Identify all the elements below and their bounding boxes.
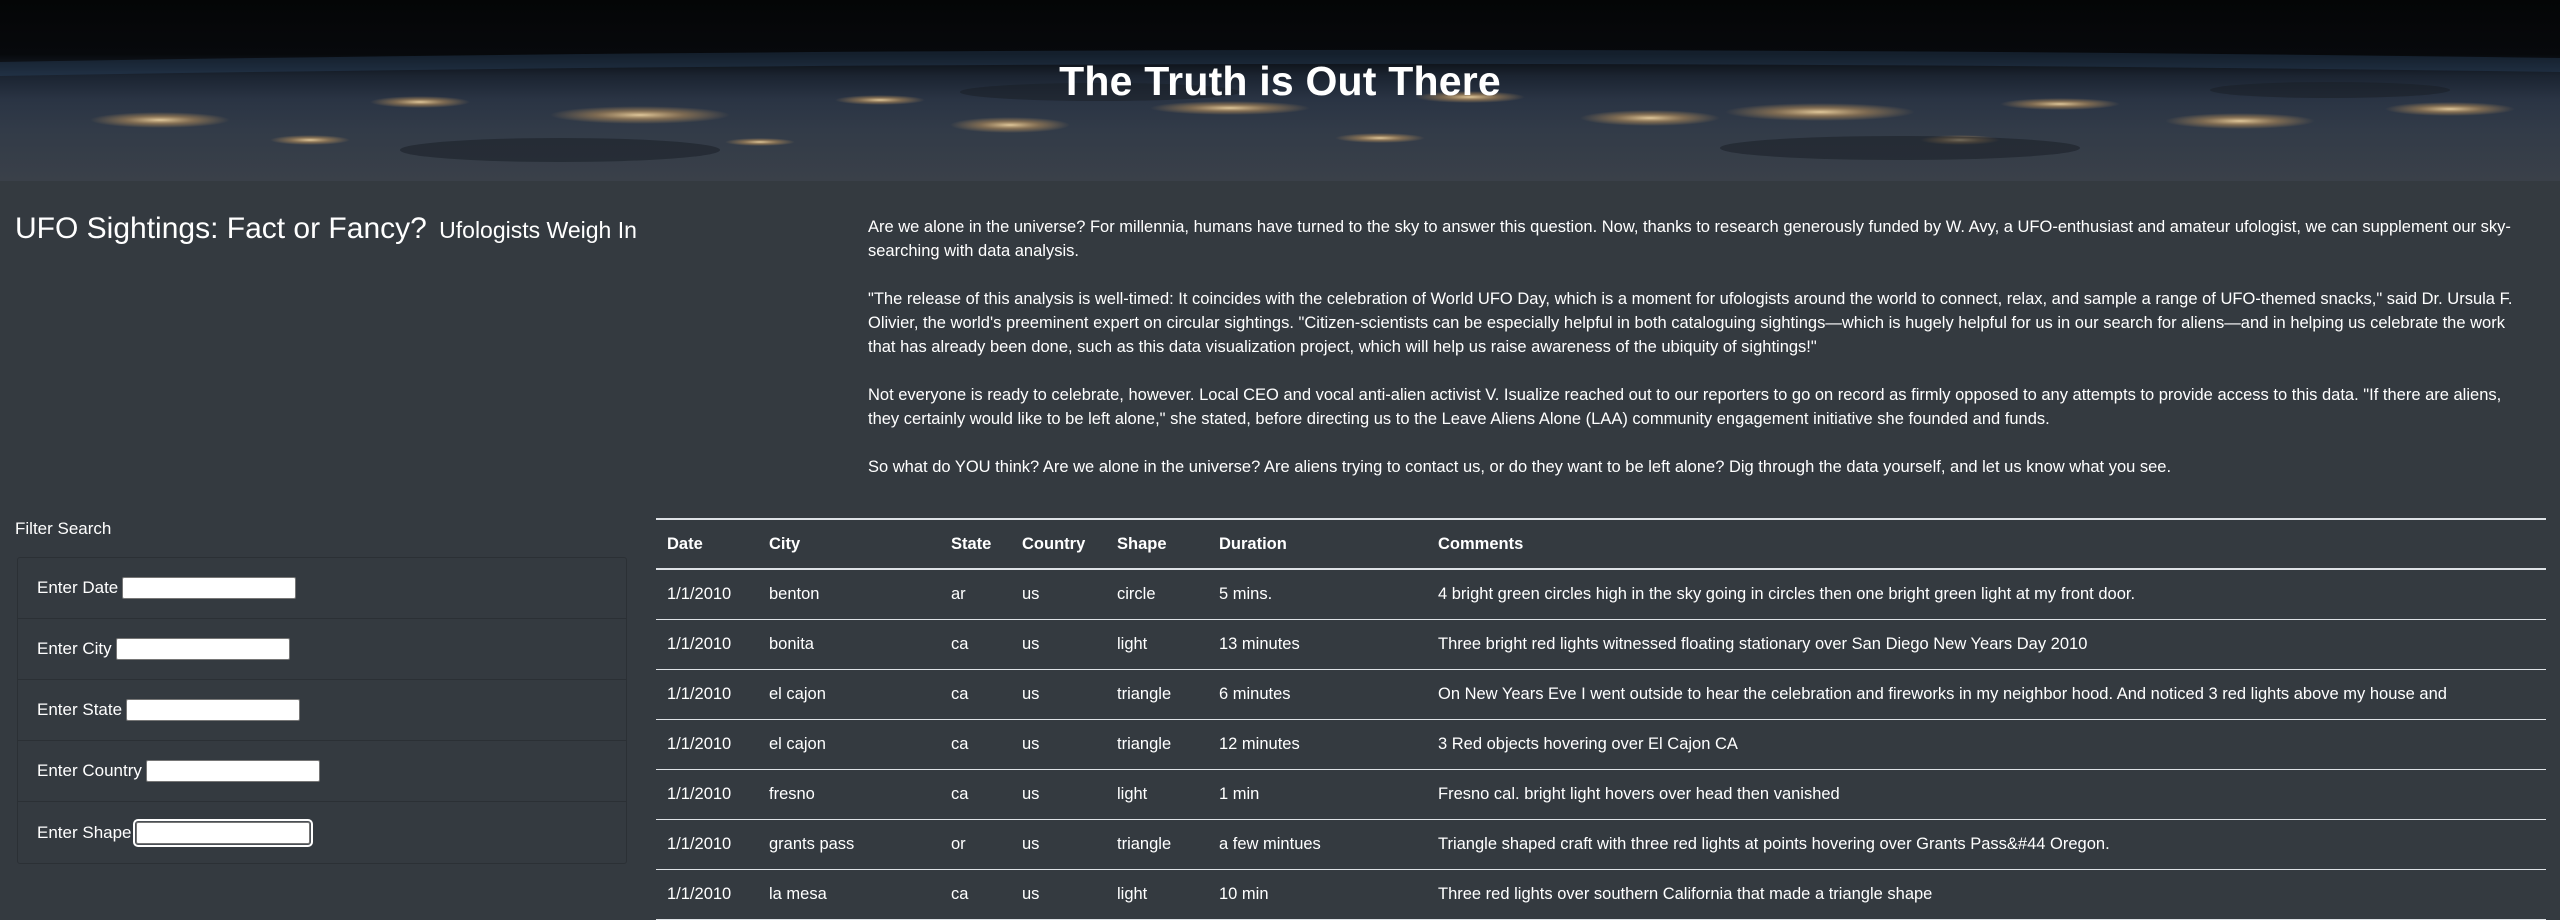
cell-comments: Three bright red lights witnessed floati… <box>1427 619 2546 670</box>
cell-date: 1/1/2010 <box>656 819 758 870</box>
column-header-comments[interactable]: Comments <box>1427 518 2546 570</box>
cell-duration: 1 min <box>1208 769 1427 820</box>
sightings-table: Date City State Country Shape Duration C… <box>656 518 2546 920</box>
cell-state: ca <box>940 769 1011 820</box>
hero-banner: The Truth is Out There <box>0 0 2560 181</box>
cell-country: us <box>1011 819 1106 870</box>
cell-comments: On New Years Eve I went outside to hear … <box>1427 669 2546 720</box>
shape-filter-input[interactable] <box>132 818 313 847</box>
cell-duration: a few mintues <box>1208 819 1427 870</box>
date-filter-input[interactable] <box>122 577 297 599</box>
cell-city: el cajon <box>758 719 940 770</box>
cell-shape: light <box>1106 869 1208 920</box>
cell-duration: 6 minutes <box>1208 669 1427 720</box>
article-text: Are we alone in the universe? For millen… <box>868 215 2528 503</box>
cell-country: us <box>1011 619 1106 670</box>
filter-item-shape: Enter Shape <box>18 802 626 863</box>
table-row: 1/1/2010 grants pass or us triangle a fe… <box>656 819 2546 870</box>
table-header-row: Date City State Country Shape Duration C… <box>656 518 2546 570</box>
cell-date: 1/1/2010 <box>656 869 758 920</box>
filter-label-state: Enter State <box>37 700 123 719</box>
filter-label-country: Enter Country <box>37 761 142 780</box>
cell-city: bonita <box>758 619 940 670</box>
cell-state: ca <box>940 669 1011 720</box>
cell-city: fresno <box>758 769 940 820</box>
cell-state: or <box>940 819 1011 870</box>
cell-duration: 13 minutes <box>1208 619 1427 670</box>
cell-comments: 4 bright green circles high in the sky g… <box>1427 569 2546 620</box>
cell-country: us <box>1011 569 1106 620</box>
table-row: 1/1/2010 bonita ca us light 13 minutes T… <box>656 619 2546 670</box>
column-header-shape[interactable]: Shape <box>1106 518 1208 570</box>
heading-text: UFO Sightings: Fact or Fancy? <box>15 212 427 245</box>
filter-item-city: Enter City <box>18 619 626 680</box>
article-paragraph: "The release of this analysis is well-ti… <box>868 290 2513 356</box>
column-header-duration[interactable]: Duration <box>1208 518 1427 570</box>
cell-comments: Triangle shaped craft with three red lig… <box>1427 819 2546 870</box>
state-filter-input[interactable] <box>126 699 301 721</box>
table-row: 1/1/2010 la mesa ca us light 10 min Thre… <box>656 869 2546 920</box>
cell-date: 1/1/2010 <box>656 619 758 670</box>
table-row: 1/1/2010 el cajon ca us triangle 12 minu… <box>656 719 2546 770</box>
cell-comments: Three red lights over southern Californi… <box>1427 869 2546 920</box>
table-row: 1/1/2010 benton ar us circle 5 mins. 4 b… <box>656 569 2546 620</box>
cell-comments: 3 Red objects hovering over El Cajon CA <box>1427 719 2546 770</box>
cell-state: ca <box>940 719 1011 770</box>
cell-city: grants pass <box>758 819 940 870</box>
cell-country: us <box>1011 769 1106 820</box>
filter-label-city: Enter City <box>37 639 112 658</box>
heading-subtext: Ufologists Weigh In <box>439 217 637 243</box>
cell-country: us <box>1011 719 1106 770</box>
sightings-table-container: Date City State Country Shape Duration C… <box>656 518 2546 920</box>
filter-search-title: Filter Search <box>15 519 112 538</box>
page-title: The Truth is Out There <box>1059 58 1501 104</box>
cell-country: us <box>1011 669 1106 720</box>
article-paragraph: Are we alone in the universe? For millen… <box>868 218 2511 260</box>
cell-state: ar <box>940 569 1011 620</box>
column-header-date[interactable]: Date <box>656 518 758 570</box>
cell-duration: 12 minutes <box>1208 719 1427 770</box>
cell-shape: triangle <box>1106 819 1208 870</box>
cell-date: 1/1/2010 <box>656 569 758 620</box>
cell-date: 1/1/2010 <box>656 769 758 820</box>
cell-shape: light <box>1106 619 1208 670</box>
cell-state: ca <box>940 619 1011 670</box>
cell-shape: triangle <box>1106 669 1208 720</box>
cell-city: la mesa <box>758 869 940 920</box>
filter-list: Enter Date Enter City Enter State Enter … <box>17 557 627 864</box>
table-row: 1/1/2010 el cajon ca us triangle 6 minut… <box>656 669 2546 720</box>
filter-label-date: Enter Date <box>37 578 119 597</box>
filter-label-shape: Enter Shape <box>37 822 132 842</box>
cell-shape: circle <box>1106 569 1208 620</box>
cell-duration: 5 mins. <box>1208 569 1427 620</box>
cell-date: 1/1/2010 <box>656 719 758 770</box>
cell-city: benton <box>758 569 940 620</box>
filter-item-country: Enter Country <box>18 741 626 802</box>
cell-country: us <box>1011 869 1106 920</box>
cell-duration: 10 min <box>1208 869 1427 920</box>
cell-comments: Fresno cal. bright light hovers over hea… <box>1427 769 2546 820</box>
cell-date: 1/1/2010 <box>656 669 758 720</box>
cell-shape: light <box>1106 769 1208 820</box>
intro-heading: UFO Sightings: Fact or Fancy? Ufologists… <box>15 212 637 246</box>
country-filter-input[interactable] <box>145 760 320 782</box>
article-paragraph: Not everyone is ready to celebrate, howe… <box>868 386 2502 428</box>
article-paragraph: So what do YOU think? Are we alone in th… <box>868 458 2172 476</box>
column-header-country[interactable]: Country <box>1011 518 1106 570</box>
column-header-state[interactable]: State <box>940 518 1011 570</box>
filter-item-date: Enter Date <box>18 558 626 619</box>
filter-item-state: Enter State <box>18 680 626 741</box>
cell-city: el cajon <box>758 669 940 720</box>
table-row: 1/1/2010 fresno ca us light 1 min Fresno… <box>656 769 2546 820</box>
column-header-city[interactable]: City <box>758 518 940 570</box>
cell-state: ca <box>940 869 1011 920</box>
city-filter-input[interactable] <box>115 638 290 660</box>
cell-shape: triangle <box>1106 719 1208 770</box>
